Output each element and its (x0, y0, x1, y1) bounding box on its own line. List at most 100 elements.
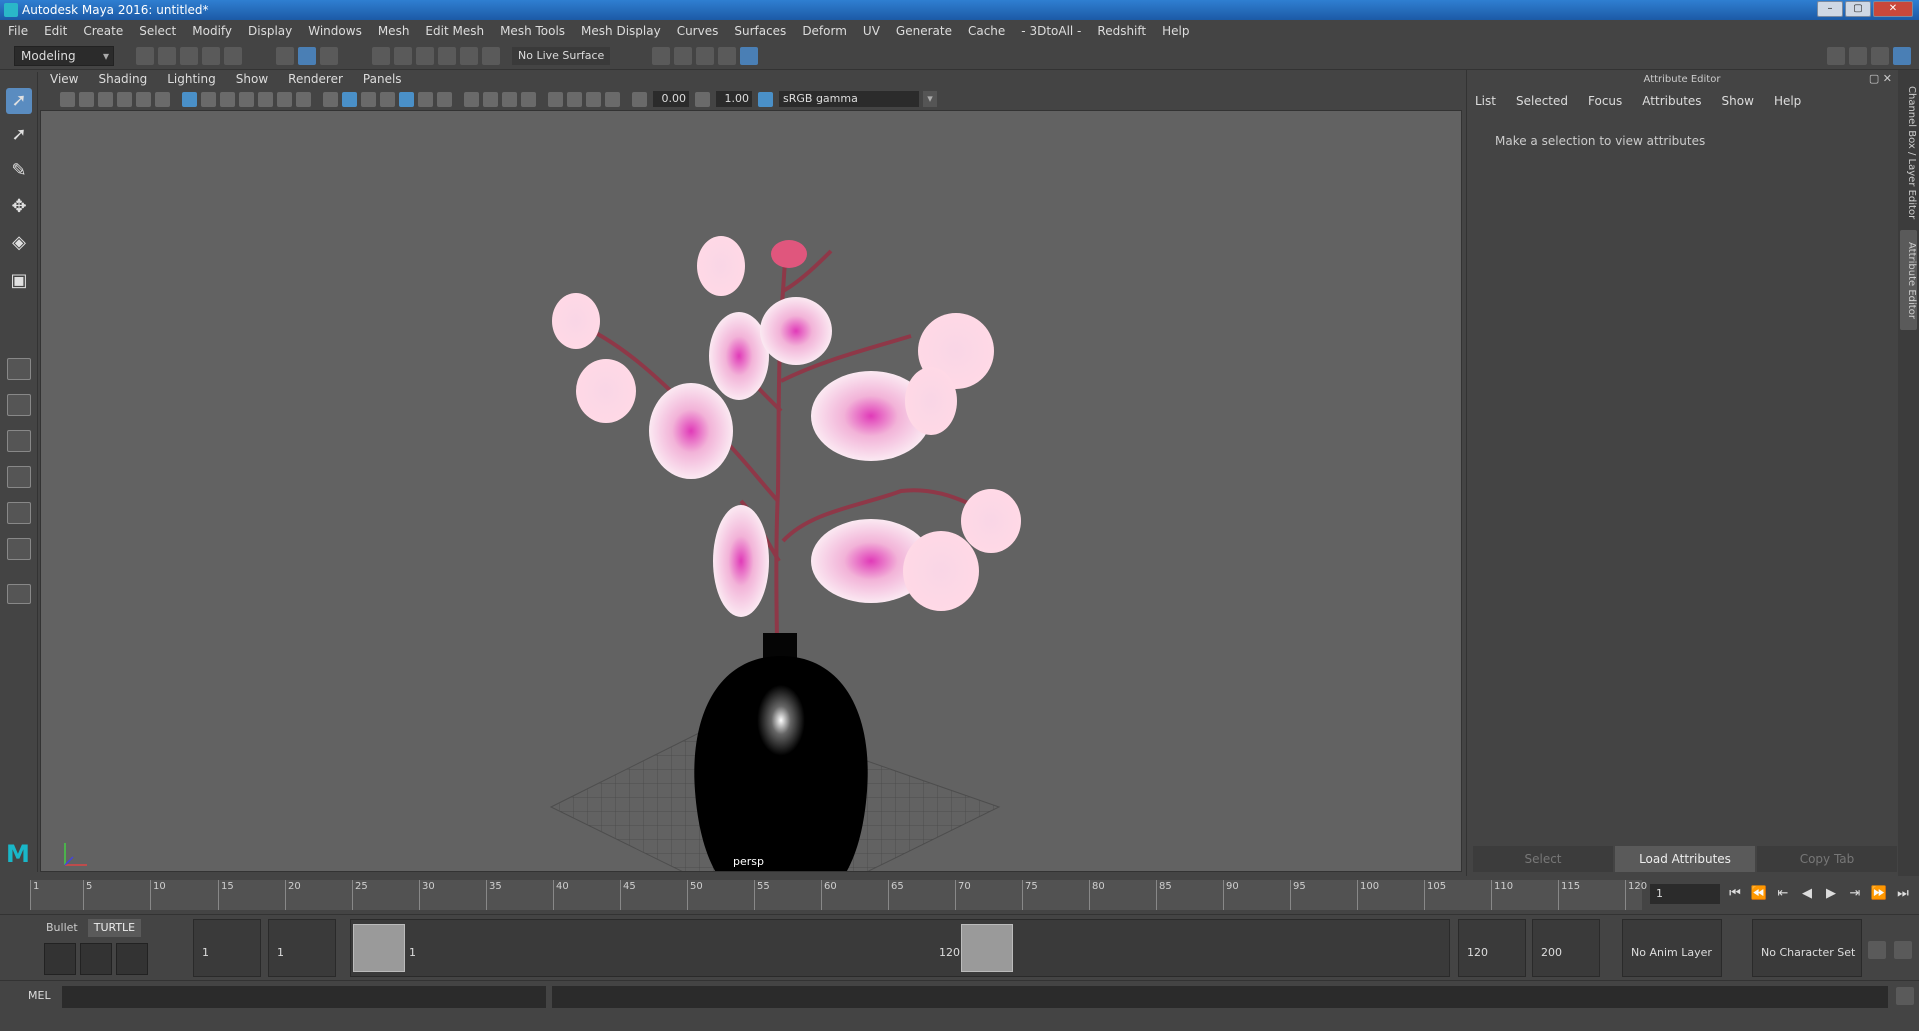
paint-select-icon[interactable]: ✎ (6, 158, 32, 184)
mel-label[interactable]: MEL (28, 989, 51, 1002)
screen-space-ao-icon[interactable] (464, 91, 479, 107)
vp-menu-show[interactable]: Show (226, 72, 278, 86)
scale-tool-icon[interactable]: ▣ (6, 268, 32, 294)
shelf-tab-bullet[interactable]: Bullet (40, 919, 84, 937)
playback-start-field[interactable]: 1 (268, 919, 336, 977)
attribute-editor-toggle-icon[interactable] (1849, 46, 1867, 65)
grease-pencil-icon[interactable] (155, 91, 170, 107)
open-scene-icon[interactable] (158, 46, 176, 65)
modeling-toolkit-icon[interactable] (1827, 46, 1845, 65)
select-by-component-icon[interactable] (320, 46, 338, 65)
snap-grid-icon[interactable] (372, 46, 390, 65)
copy-tab-button[interactable]: Copy Tab (1757, 846, 1897, 872)
vp-menu-renderer[interactable]: Renderer (278, 72, 353, 86)
wireframe-icon[interactable] (323, 91, 338, 107)
persp-outliner-layout-icon[interactable] (7, 430, 31, 452)
close-button[interactable]: ✕ (1873, 1, 1913, 17)
playback-end-field[interactable]: 120 (1458, 919, 1526, 977)
gate-mask-icon[interactable] (239, 91, 254, 107)
float-panel-icon[interactable]: ▢ (1869, 72, 1879, 85)
select-by-hierarchy-icon[interactable] (276, 46, 294, 65)
multisample-aa-icon[interactable] (502, 91, 517, 107)
ae-menu-selected[interactable]: Selected (1516, 94, 1568, 108)
play-backward-icon[interactable]: ◀ (1798, 884, 1816, 904)
mode-selector[interactable]: Modeling (14, 45, 114, 66)
vp-menu-shading[interactable]: Shading (88, 72, 157, 86)
tab-channel-box[interactable]: Channel Box / Layer Editor (1900, 78, 1917, 228)
menu-curves[interactable]: Curves (669, 20, 727, 42)
color-space-dropdown[interactable]: sRGB gamma (779, 91, 937, 107)
ae-menu-attributes[interactable]: Attributes (1642, 94, 1701, 108)
outliner-layout-icon[interactable] (7, 502, 31, 524)
menu-create[interactable]: Create (75, 20, 131, 42)
menu-display[interactable]: Display (240, 20, 300, 42)
textured-icon[interactable] (399, 91, 414, 107)
use-all-lights-icon[interactable] (418, 91, 433, 107)
range-start-handle[interactable] (353, 924, 405, 972)
vp-menu-panels[interactable]: Panels (353, 72, 412, 86)
bookmark-icon[interactable] (98, 91, 113, 107)
range-end-handle[interactable] (961, 924, 1013, 972)
menu-mesh-tools[interactable]: Mesh Tools (492, 20, 573, 42)
step-back-frame-icon[interactable]: ⇤ (1774, 884, 1792, 904)
menu-modify[interactable]: Modify (184, 20, 240, 42)
shadows-icon[interactable] (437, 91, 452, 107)
select-camera-icon[interactable] (60, 91, 75, 107)
menu-cache[interactable]: Cache (960, 20, 1013, 42)
snap-center-icon[interactable] (482, 46, 500, 65)
xray-active-icon[interactable] (586, 91, 601, 107)
menu-edit-mesh[interactable]: Edit Mesh (417, 20, 492, 42)
menu-help[interactable]: Help (1154, 20, 1197, 42)
current-frame-field[interactable]: 1 (1650, 884, 1720, 904)
menu-uv[interactable]: UV (855, 20, 888, 42)
timeline-ruler[interactable]: 1 5 10 15 20 25 30 35 40 45 50 55 60 65 … (30, 880, 1647, 910)
lasso-tool-icon[interactable]: ➚ (6, 122, 32, 148)
color-management-icon[interactable] (758, 91, 773, 107)
vp-menu-lighting[interactable]: Lighting (157, 72, 226, 86)
ae-menu-focus[interactable]: Focus (1588, 94, 1622, 108)
depth-of-field-icon[interactable] (521, 91, 536, 107)
render-view-icon[interactable] (652, 46, 671, 65)
menu-file[interactable]: File (0, 20, 36, 42)
menu-windows[interactable]: Windows (300, 20, 370, 42)
isolate-select-icon[interactable] (548, 91, 563, 107)
image-plane-icon[interactable] (117, 91, 132, 107)
auto-key-icon[interactable] (1868, 941, 1886, 959)
exposure-field[interactable]: 0.00 (653, 91, 689, 107)
start-time-field[interactable]: 1 (193, 919, 261, 977)
ae-menu-show[interactable]: Show (1722, 94, 1754, 108)
snap-curve-icon[interactable] (394, 46, 412, 65)
xray-joints-icon[interactable] (605, 91, 620, 107)
step-back-key-icon[interactable]: ⏪ (1750, 884, 1768, 904)
film-gate-icon[interactable] (201, 91, 216, 107)
menu-surfaces[interactable]: Surfaces (726, 20, 794, 42)
xray-icon[interactable] (567, 91, 582, 107)
select-button[interactable]: Select (1473, 846, 1613, 872)
mel-input[interactable] (62, 986, 546, 1008)
step-forward-key-icon[interactable]: ⏩ (1870, 884, 1888, 904)
maximize-button[interactable]: ▢ (1845, 1, 1871, 17)
close-panel-icon[interactable]: ✕ (1883, 72, 1892, 85)
select-by-object-icon[interactable] (298, 46, 316, 65)
channel-box-toggle-icon[interactable] (1893, 46, 1911, 65)
script-editor-icon[interactable] (1896, 987, 1914, 1005)
safe-action-icon[interactable] (277, 91, 292, 107)
range-slider[interactable]: 1 120 (350, 919, 1450, 977)
minimize-button[interactable]: – (1817, 1, 1843, 17)
camera-attributes-icon[interactable] (79, 91, 94, 107)
wireframe-on-shaded-icon[interactable] (380, 91, 395, 107)
play-forward-icon[interactable]: ▶ (1822, 884, 1840, 904)
four-view-layout-icon[interactable] (7, 394, 31, 416)
snap-surface-icon[interactable] (460, 46, 478, 65)
gamma-icon[interactable] (695, 91, 710, 107)
animation-prefs-icon[interactable] (1894, 941, 1912, 959)
new-scene-icon[interactable] (136, 46, 154, 65)
texture-bake-icon[interactable] (80, 943, 112, 975)
undo-icon[interactable] (202, 46, 220, 65)
safe-title-icon[interactable] (296, 91, 311, 107)
sphere-preview-icon[interactable] (116, 943, 148, 975)
save-scene-icon[interactable] (180, 46, 198, 65)
snap-view-icon[interactable] (438, 46, 456, 65)
end-time-field[interactable]: 200 (1532, 919, 1600, 977)
single-perspective-layout-icon[interactable] (7, 358, 31, 380)
